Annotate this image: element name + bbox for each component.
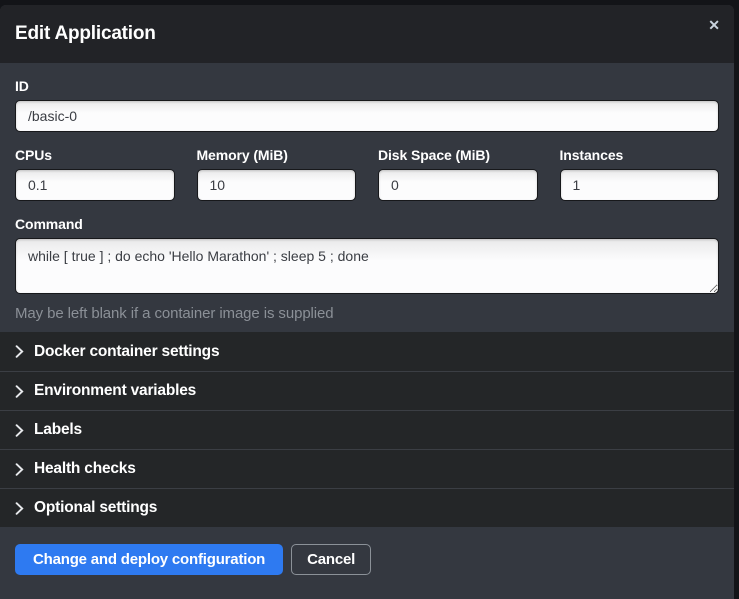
- chevron-right-icon: [15, 424, 24, 437]
- cpus-field-group: CPUs: [15, 147, 175, 201]
- modal-header: Edit Application ✕: [0, 5, 734, 63]
- section-label: Health checks: [34, 460, 136, 478]
- modal-footer: Change and deploy configuration Cancel: [0, 527, 734, 599]
- memory-label: Memory (MiB): [197, 147, 357, 163]
- page-background: Edit Application ✕ ID CPUs Memory (MiB) …: [0, 0, 739, 599]
- cpus-input[interactable]: [15, 169, 175, 201]
- chevron-right-icon: [15, 345, 24, 358]
- section-docker-container-settings[interactable]: Docker container settings: [0, 332, 734, 371]
- chevron-right-icon: [15, 463, 24, 476]
- edit-application-modal: Edit Application ✕ ID CPUs Memory (MiB) …: [0, 5, 734, 599]
- command-input[interactable]: while [ true ] ; do echo 'Hello Marathon…: [15, 238, 719, 294]
- section-label: Labels: [34, 421, 82, 439]
- section-labels[interactable]: Labels: [0, 410, 734, 449]
- cpus-label: CPUs: [15, 147, 175, 163]
- collapsible-sections: Docker container settings Environment va…: [0, 332, 734, 527]
- section-label: Optional settings: [34, 499, 157, 517]
- section-label: Docker container settings: [34, 343, 219, 361]
- id-input[interactable]: [15, 100, 719, 132]
- disk-label: Disk Space (MiB): [378, 147, 538, 163]
- edit-application-form: ID CPUs Memory (MiB) Disk Space (MiB) In: [0, 63, 734, 332]
- disk-input[interactable]: [378, 169, 538, 201]
- instances-input[interactable]: [560, 169, 720, 201]
- chevron-right-icon: [15, 502, 24, 515]
- change-and-deploy-button[interactable]: Change and deploy configuration: [15, 544, 283, 575]
- disk-field-group: Disk Space (MiB): [378, 147, 538, 201]
- memory-field-group: Memory (MiB): [197, 147, 357, 201]
- command-label: Command: [15, 216, 719, 232]
- modal-title: Edit Application: [15, 23, 156, 45]
- section-label: Environment variables: [34, 382, 196, 400]
- command-field-group: Command while [ true ] ; do echo 'Hello …: [15, 216, 719, 322]
- section-health-checks[interactable]: Health checks: [0, 449, 734, 488]
- close-icon[interactable]: ✕: [708, 18, 720, 32]
- id-label: ID: [15, 78, 719, 94]
- memory-input[interactable]: [197, 169, 357, 201]
- section-optional-settings[interactable]: Optional settings: [0, 488, 734, 527]
- command-help-text: May be left blank if a container image i…: [15, 305, 719, 322]
- id-field-group: ID: [15, 78, 719, 132]
- section-environment-variables[interactable]: Environment variables: [0, 371, 734, 410]
- cancel-button[interactable]: Cancel: [291, 544, 371, 575]
- chevron-right-icon: [15, 385, 24, 398]
- instances-label: Instances: [560, 147, 720, 163]
- resources-row: CPUs Memory (MiB) Disk Space (MiB) Insta…: [15, 147, 719, 201]
- instances-field-group: Instances: [560, 147, 720, 201]
